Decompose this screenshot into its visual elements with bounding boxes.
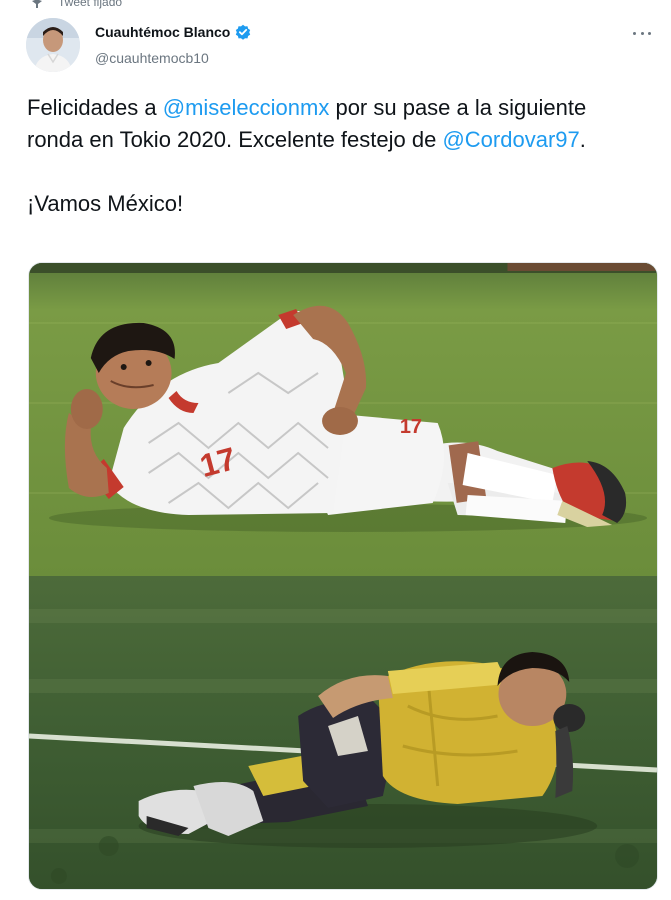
tweet-header: Cuauhtémoc Blanco @cuauhtemocb10	[26, 18, 656, 76]
more-options-icon[interactable]	[630, 24, 654, 42]
mention-cordovar97[interactable]: @Cordovar97	[442, 127, 579, 152]
avatar[interactable]	[26, 18, 80, 72]
photo-player-yellow-kit[interactable]	[29, 576, 657, 889]
author-handle[interactable]: @cuauhtemocb10	[95, 50, 209, 66]
author-name-row[interactable]: Cuauhtémoc Blanco	[95, 24, 251, 40]
tweet-media[interactable]: 17 17	[28, 262, 658, 890]
tweet-card: Tweet fijado Cuauhtémoc Blanco @cuauhtem…	[0, 0, 671, 900]
tweet-text: Felicidades a @miseleccionmx por su pase…	[27, 92, 647, 220]
tweet-text-segment: .	[579, 127, 586, 152]
pin-icon	[32, 0, 42, 8]
pinned-label: Tweet fijado	[58, 0, 123, 9]
verified-badge-icon	[236, 24, 251, 40]
mention-miseleccionmx[interactable]: @miseleccionmx	[163, 95, 330, 120]
pinned-indicator: Tweet fijado	[30, 0, 122, 10]
tweet-paragraph-1: Felicidades a @miseleccionmx por su pase…	[27, 92, 647, 156]
tweet-text-segment: Felicidades a	[27, 95, 163, 120]
author-name[interactable]: Cuauhtémoc Blanco	[95, 24, 230, 40]
tweet-paragraph-2: ¡Vamos México!	[27, 191, 184, 216]
photo-player-white-kit[interactable]: 17 17	[29, 263, 657, 576]
shorts-number: 17	[400, 416, 422, 438]
avatar-image	[26, 18, 80, 72]
